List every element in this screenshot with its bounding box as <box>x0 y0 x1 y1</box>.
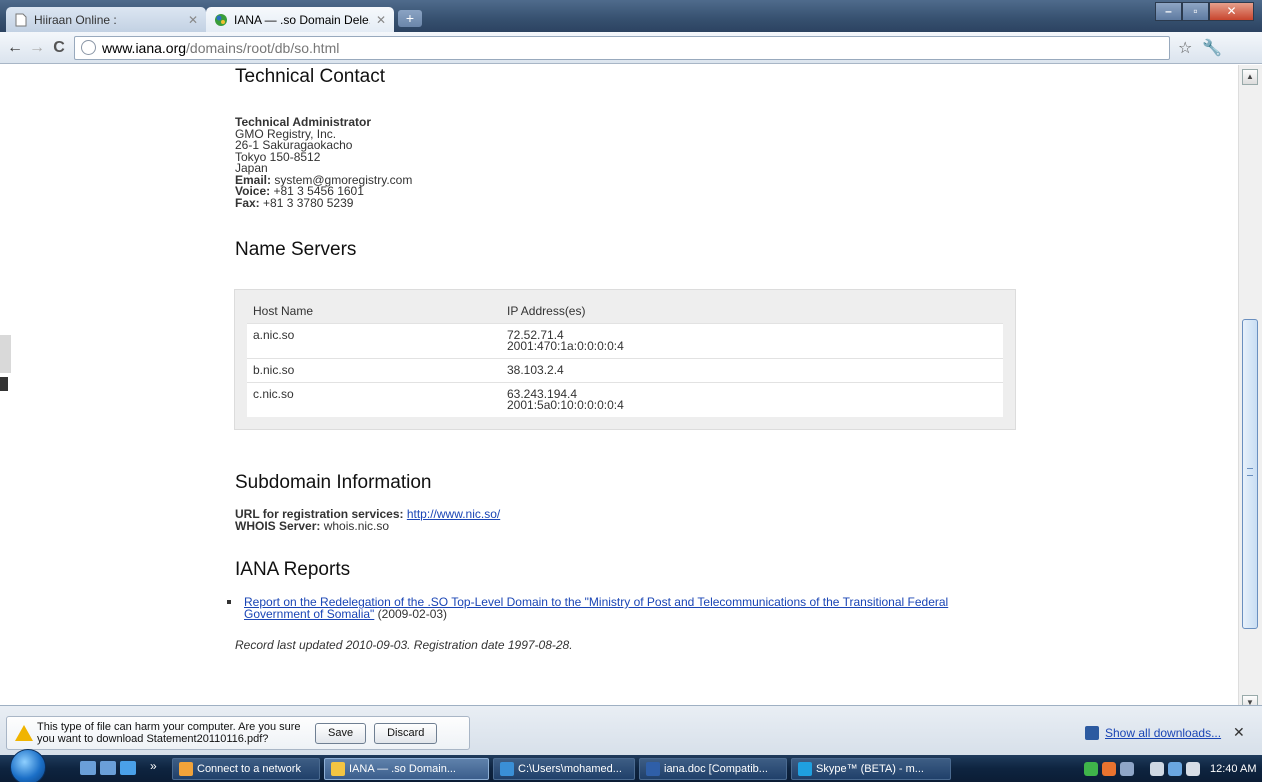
ip-cell: 2001:5a0:10:0:0:0:0:4 <box>507 398 624 412</box>
address-bar[interactable]: www.iana.org/domains/root/db/so.html <box>74 35 1170 60</box>
page-viewport: Technical Contact Technical Administrato… <box>0 65 1238 705</box>
taskbar-item-chrome[interactable]: IANA — .so Domain... <box>324 758 489 780</box>
column-header-ip: IP Address(es) <box>507 304 586 318</box>
iana-reports-heading: IANA Reports <box>235 559 351 580</box>
tray-app-icon[interactable] <box>1102 761 1116 776</box>
minimize-button[interactable]: – <box>1155 2 1182 21</box>
iana-favicon-icon <box>215 13 227 26</box>
technical-contact-block: Technical Administrator GMO Registry, In… <box>235 116 635 210</box>
taskbar-item-explorer[interactable]: C:\Users\mohamed... <box>493 758 635 780</box>
action-center-icon[interactable] <box>1150 761 1164 776</box>
ip-cell: 2001:470:1a:0:0:0:0:4 <box>507 339 624 353</box>
bookmark-star-icon[interactable]: ☆ <box>1178 38 1192 58</box>
reports-list: Report on the Redelegation of the .SO To… <box>218 595 1038 621</box>
reload-icon[interactable]: C <box>48 39 70 57</box>
switch-windows-icon[interactable] <box>100 761 116 775</box>
ip-cell: 38.103.2.4 <box>507 363 564 377</box>
tab-title: Hiiraan Online : <box>34 12 117 27</box>
maximize-button[interactable]: ▫ <box>1182 2 1209 21</box>
url-path: /domains/root/db/so.html <box>186 39 340 56</box>
download-icon <box>1085 726 1099 740</box>
tray-app-icon[interactable] <box>1084 761 1098 776</box>
name-servers-table: Host Name IP Address(es) a.nic.so 72.52.… <box>234 289 1016 430</box>
start-button[interactable] <box>10 749 46 782</box>
subdomain-block: URL for registration services: http://ww… <box>235 507 835 533</box>
clock[interactable]: 12:40 AM <box>1210 763 1256 775</box>
network-status-icon[interactable] <box>1168 761 1182 776</box>
discard-button[interactable]: Discard <box>374 722 438 744</box>
grip-icon <box>1247 468 1253 476</box>
tab-close-icon[interactable]: ✕ <box>188 13 198 27</box>
subdomain-heading: Subdomain Information <box>235 472 432 493</box>
table-row: a.nic.so 72.52.71.4 2001:470:1a:0:0:0:0:4 <box>247 323 1003 358</box>
taskbar-item-skype[interactable]: Skype™ (BETA) - m... <box>791 758 951 780</box>
back-arrow-icon[interactable]: ← <box>4 39 26 57</box>
skype-icon <box>798 762 812 776</box>
network-icon <box>179 762 193 776</box>
window-controls: – ▫ ✕ <box>1155 2 1254 21</box>
whois-label: WHOIS Server: <box>235 518 321 533</box>
tab-title: IANA — .so Domain Dele... <box>234 12 370 27</box>
volume-icon[interactable] <box>1186 761 1200 776</box>
page-icon <box>15 13 27 26</box>
close-window-button[interactable]: ✕ <box>1209 2 1254 21</box>
overflow-chevron-icon[interactable]: » <box>150 759 157 773</box>
tray-app-icon[interactable] <box>1120 761 1134 776</box>
scroll-thumb[interactable] <box>1242 319 1258 629</box>
internet-explorer-icon[interactable] <box>120 761 136 775</box>
system-tray: 12:40 AM <box>1080 755 1262 782</box>
forward-arrow-icon[interactable]: → <box>26 39 48 57</box>
report-date: (2009-02-03) <box>374 606 448 621</box>
warning-icon <box>15 725 33 741</box>
wrench-icon[interactable]: 🔧 <box>1202 38 1222 58</box>
taskbar-item-network[interactable]: Connect to a network <box>172 758 320 780</box>
redelegation-report-link[interactable]: Report on the Redelegation of the .SO To… <box>244 595 948 621</box>
host-name-cell: b.nic.so <box>253 363 295 377</box>
url-host: www.iana.org <box>102 39 187 56</box>
table-row: c.nic.so 63.243.194.4 2001:5a0:10:0:0:0:0… <box>247 382 1003 417</box>
contact-fax: +81 3 3780 5239 <box>263 195 354 210</box>
taskbar-item-word[interactable]: iana.doc [Compatib... <box>639 758 787 780</box>
fax-label: Fax: <box>235 195 260 210</box>
table-header-row: Host Name IP Address(es) <box>247 302 1003 323</box>
column-header-host: Host Name <box>253 304 314 318</box>
whois-server: whois.nic.so <box>323 518 390 533</box>
save-button[interactable]: Save <box>315 722 367 744</box>
left-edge-artifact <box>0 377 8 391</box>
host-name-cell: a.nic.so <box>253 328 295 342</box>
table-row: b.nic.so 38.103.2.4 <box>247 358 1003 382</box>
registration-url-link[interactable]: http://www.nic.so/ <box>407 507 500 521</box>
record-note: Record last updated 2010-09-03. Registra… <box>235 638 573 652</box>
tab-iana[interactable]: IANA — .so Domain Dele... ✕ <box>206 7 394 32</box>
browser-toolbar: ← → C www.iana.org/domains/root/db/so.ht… <box>0 32 1262 64</box>
new-tab-button[interactable]: + <box>398 10 422 27</box>
word-icon <box>646 762 660 776</box>
download-shelf: This type of file can harm your computer… <box>0 705 1262 755</box>
bullet <box>227 600 231 604</box>
vertical-scrollbar[interactable]: ▲ ▼ <box>1238 65 1262 711</box>
close-shelf-icon[interactable]: ✕ <box>1233 724 1245 741</box>
tab-hiiraan[interactable]: Hiiraan Online : ✕ <box>6 7 206 32</box>
scroll-up-button[interactable]: ▲ <box>1242 69 1258 85</box>
show-all-downloads-link[interactable]: Show all downloads... <box>1085 726 1221 740</box>
tab-close-icon[interactable]: ✕ <box>376 13 386 27</box>
name-servers-heading: Name Servers <box>235 239 357 260</box>
host-name-cell: c.nic.so <box>253 387 294 401</box>
chrome-icon <box>331 762 345 776</box>
globe-icon <box>81 40 96 55</box>
download-warning-text: This type of file can harm your computer… <box>37 721 301 745</box>
windows-taskbar: » Connect to a network IANA — .so Domain… <box>0 749 1262 782</box>
left-edge-artifact <box>0 335 11 373</box>
contact-address2: Tokyo 150-8512 <box>235 149 321 164</box>
show-desktop-icon[interactable] <box>80 761 96 775</box>
technical-contact-heading: Technical Contact <box>235 66 385 87</box>
download-warning: This type of file can harm your computer… <box>6 716 470 750</box>
folder-icon <box>500 762 514 776</box>
browser-titlebar: Hiiraan Online : ✕ IANA — .so Domain Del… <box>0 0 1262 32</box>
list-item: Report on the Redelegation of the .SO To… <box>218 595 1038 621</box>
